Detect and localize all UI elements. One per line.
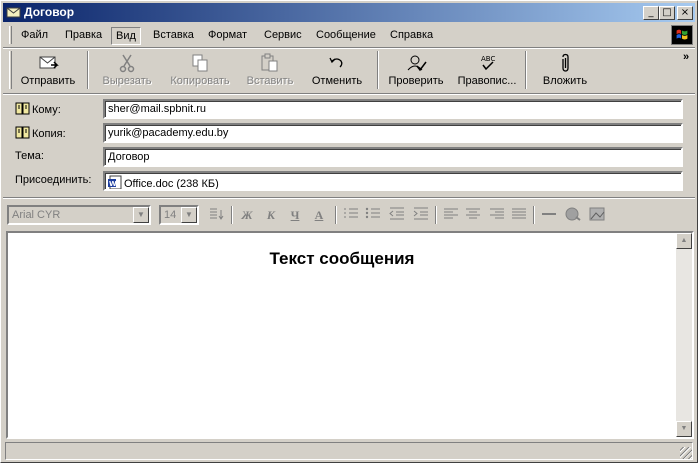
font-select-value: Arial CYR — [12, 209, 61, 221]
underline-button[interactable]: Ч — [285, 206, 305, 224]
address-book-icon[interactable] — [15, 102, 30, 115]
undo-button[interactable]: Отменить — [305, 51, 369, 91]
chevron-down-icon[interactable]: ▼ — [181, 207, 197, 223]
subject-field[interactable]: Договор — [103, 147, 683, 167]
format-separator — [435, 206, 437, 224]
spelling-button[interactable]: ABC Правопис... — [453, 51, 521, 91]
cut-button[interactable]: Вырезать — [95, 51, 159, 91]
format-separator — [533, 206, 535, 224]
chevron-down-icon[interactable]: ▼ — [133, 207, 149, 223]
menu-message[interactable]: Сообщение — [312, 27, 380, 45]
address-book-icon[interactable] — [15, 126, 30, 139]
standard-toolbar: Отправить Вырезать Копировать Вставить О… — [3, 49, 695, 91]
copy-button[interactable]: Копировать — [163, 51, 237, 91]
justify-icon[interactable] — [509, 206, 529, 224]
italic-button[interactable]: К — [261, 206, 281, 224]
paperclip-icon — [562, 53, 569, 72]
bullet-list-icon[interactable] — [363, 206, 383, 224]
check-names-icon — [407, 55, 427, 72]
maximize-button[interactable]: □ — [659, 6, 675, 20]
status-bar — [5, 442, 693, 460]
align-center-icon[interactable] — [463, 206, 483, 224]
to-label: Кому: — [32, 104, 61, 116]
numbered-list-icon[interactable] — [341, 206, 361, 224]
align-right-icon[interactable] — [487, 206, 507, 224]
decrease-indent-icon[interactable] — [387, 206, 407, 224]
toolbar-grip[interactable] — [9, 51, 12, 89]
horizontal-line-icon[interactable] — [539, 206, 559, 224]
attach-field[interactable]: W Office.doc (238 КБ) — [103, 171, 683, 191]
window-title: Договор — [24, 5, 75, 19]
svg-text:ABC: ABC — [481, 55, 495, 63]
to-field[interactable]: sher@mail.spbnit.ru — [103, 99, 683, 119]
toolbar-separator-line — [3, 93, 695, 95]
toolbar-separator — [525, 51, 527, 89]
close-button[interactable]: × — [677, 6, 693, 20]
vertical-scrollbar[interactable]: ▲ ▼ — [676, 233, 692, 437]
scroll-down-icon[interactable]: ▼ — [676, 421, 692, 437]
send-envelope-icon — [39, 56, 59, 69]
resize-grip-icon[interactable] — [680, 447, 692, 459]
format-separator — [231, 206, 233, 224]
attach-row: Присоединить: W Office.doc (238 КБ) — [1, 171, 691, 191]
menu-edit[interactable]: Правка — [61, 27, 106, 45]
toolbar-separator — [377, 51, 379, 89]
message-body-text[interactable]: Текст сообщения — [8, 249, 676, 269]
attach-label: Присоединить: — [15, 174, 92, 186]
cc-field[interactable]: yurik@pacademy.edu.by — [103, 123, 683, 143]
copy-icon — [192, 54, 208, 72]
font-color-button[interactable]: A — [309, 206, 329, 224]
hyperlink-globe-icon[interactable] — [563, 206, 583, 224]
menu-bar: Файл Правка Вид Вставка Формат Сервис Со… — [3, 23, 695, 47]
undo-arrow-icon — [329, 57, 343, 68]
scissors-icon — [119, 54, 135, 73]
menu-file[interactable]: Файл — [17, 27, 52, 45]
menu-view[interactable]: Вид — [111, 27, 141, 45]
paste-button[interactable]: Вставить — [239, 51, 301, 91]
fields-separator — [3, 197, 695, 199]
compose-window: Договор _ □ × Файл Правка Вид Вставка Фо… — [0, 0, 698, 463]
menu-insert[interactable]: Вставка — [149, 27, 198, 45]
subject-row: Тема: Договор — [1, 147, 691, 167]
attach-button[interactable]: Вложить — [535, 51, 595, 91]
font-size-select[interactable]: 14 ▼ — [159, 205, 199, 225]
toolbar-chevron[interactable]: » — [683, 51, 689, 63]
format-separator — [335, 206, 337, 224]
attachment-name[interactable]: Office.doc (238 КБ) — [124, 178, 219, 189]
mail-envelope-icon — [6, 7, 21, 18]
send-button[interactable]: Отправить — [17, 51, 79, 91]
spelling-abc-icon: ABC — [481, 55, 495, 71]
subject-label: Тема: — [15, 150, 44, 162]
scroll-up-icon[interactable]: ▲ — [676, 233, 692, 249]
message-body[interactable]: Текст сообщения ▲ ▼ — [6, 231, 694, 439]
check-names-button[interactable]: Проверить — [383, 51, 449, 91]
font-select[interactable]: Arial CYR ▼ — [7, 205, 151, 225]
minimize-button[interactable]: _ — [643, 6, 659, 20]
cc-row: Копия: yurik@pacademy.edu.by — [1, 123, 691, 143]
menu-tools[interactable]: Сервис — [260, 27, 306, 45]
windows-logo-icon — [671, 25, 693, 45]
menu-format[interactable]: Формат — [204, 27, 251, 45]
title-bar[interactable]: Договор _ □ × — [3, 3, 695, 22]
svg-text:W: W — [109, 180, 117, 188]
paragraph-style-icon[interactable] — [207, 206, 227, 224]
paste-clipboard-icon — [261, 53, 278, 72]
font-size-value: 14 — [164, 209, 177, 221]
menu-grip[interactable] — [9, 26, 12, 44]
toolbar-separator — [87, 51, 89, 89]
formatting-toolbar: Arial CYR ▼ 14 ▼ Ж К Ч A — [3, 202, 695, 228]
word-document-icon: W — [108, 175, 122, 189]
align-left-icon[interactable] — [441, 206, 461, 224]
to-row: Кому: sher@mail.spbnit.ru — [1, 99, 691, 119]
bold-button[interactable]: Ж — [237, 206, 257, 224]
cc-label: Копия: — [32, 128, 66, 140]
menu-help[interactable]: Справка — [386, 27, 437, 45]
increase-indent-icon[interactable] — [411, 206, 431, 224]
insert-picture-icon[interactable] — [587, 206, 607, 224]
